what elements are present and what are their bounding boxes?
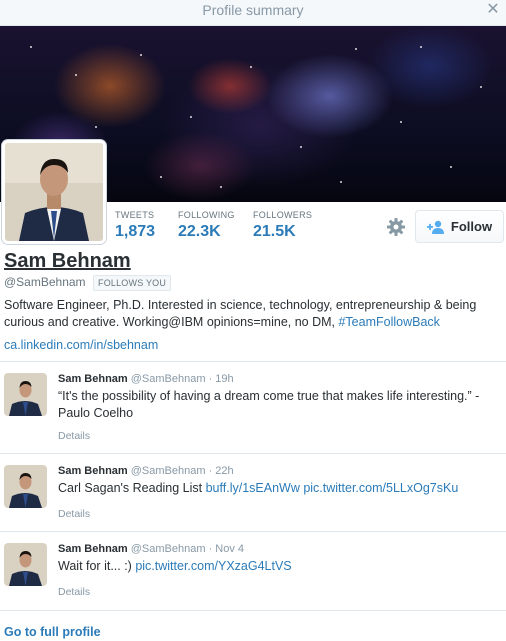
tweet-item[interactable]: Sam Behnam @SamBehnam · 19h “It's the po… [0, 373, 506, 449]
follow-label: Follow [450, 219, 493, 234]
tweet-details-link[interactable]: Details [58, 508, 90, 520]
tweet-body: Wait for it... :) [58, 559, 136, 573]
tweet-author[interactable]: Sam Behnam [58, 543, 128, 555]
gear-icon[interactable] [386, 217, 406, 237]
divider [0, 453, 506, 454]
tweet-text: Wait for it... :) pic.twitter.com/YXzaG4… [58, 558, 498, 575]
profile-website-link[interactable]: ca.linkedin.com/in/sbehnam [4, 338, 158, 352]
profile-handle: @SamBehnam [4, 275, 86, 289]
stat-label: FOLLOWING [178, 210, 235, 220]
tweet-details-link[interactable]: Details [58, 586, 90, 598]
tweet-body: “It's the possibility of having a dream … [58, 389, 480, 420]
tweet-link[interactable]: pic.twitter.com/YXzaG4LtVS [135, 559, 291, 573]
tweet-meta: @SamBehnam · 22h [127, 465, 234, 477]
profile-bio: Software Engineer, Ph.D. Interested in s… [4, 297, 499, 331]
divider [0, 361, 506, 362]
tweet-header: Sam Behnam @SamBehnam · 22h [58, 465, 234, 477]
stat-followers[interactable]: FOLLOWERS 21.5K [253, 210, 312, 241]
stat-value: 1,873 [115, 223, 156, 240]
stat-value: 22.3K [178, 223, 221, 240]
profile-name[interactable]: Sam Behnam [4, 250, 131, 273]
avatar-photo [5, 143, 103, 241]
tweet-link[interactable]: buff.ly/1sEAnWw pic.twitter.com/5LLxOg7s… [206, 481, 459, 495]
stat-following[interactable]: FOLLOWING 22.3K [178, 210, 235, 241]
stat-label: TWEETS [115, 210, 155, 220]
tweet-author[interactable]: Sam Behnam [58, 373, 128, 385]
tweet-avatar[interactable] [4, 465, 47, 508]
stat-tweets[interactable]: TWEETS 1,873 [115, 210, 155, 241]
tweet-avatar[interactable] [4, 373, 47, 416]
tweet-text: “It's the possibility of having a dream … [58, 388, 498, 422]
tweet-text: Carl Sagan's Reading List buff.ly/1sEAnW… [58, 480, 498, 497]
go-to-full-profile-link[interactable]: Go to full profile [4, 625, 101, 639]
add-user-icon [426, 220, 444, 234]
follow-button[interactable]: Follow [415, 210, 504, 243]
tweet-author[interactable]: Sam Behnam [58, 465, 128, 477]
tweet-body: Carl Sagan's Reading List [58, 481, 206, 495]
profile-avatar[interactable] [2, 140, 106, 244]
bio-hashtag-link[interactable]: #TeamFollowBack [338, 315, 439, 329]
stat-label: FOLLOWERS [253, 210, 313, 220]
tweet-item[interactable]: Sam Behnam @SamBehnam · Nov 4 Wait for i… [0, 543, 506, 619]
tweet-item[interactable]: Sam Behnam @SamBehnam · 22h Carl Sagan's… [0, 465, 506, 541]
tweet-avatar[interactable] [4, 543, 47, 586]
stat-value: 21.5K [253, 223, 296, 240]
modal-title: Profile summary [202, 2, 304, 18]
divider [0, 610, 506, 611]
tweet-meta: @SamBehnam · Nov 4 [127, 543, 245, 555]
divider [0, 531, 506, 532]
tweet-meta: @SamBehnam · 19h [127, 373, 234, 385]
tweet-header: Sam Behnam @SamBehnam · 19h [58, 373, 234, 385]
modal-header: Profile summary ✕ [0, 0, 506, 26]
tweet-details-link[interactable]: Details [58, 430, 90, 442]
close-icon[interactable]: ✕ [484, 1, 502, 21]
follows-you-badge: FOLLOWS YOU [93, 275, 172, 291]
tweet-header: Sam Behnam @SamBehnam · Nov 4 [58, 543, 244, 555]
